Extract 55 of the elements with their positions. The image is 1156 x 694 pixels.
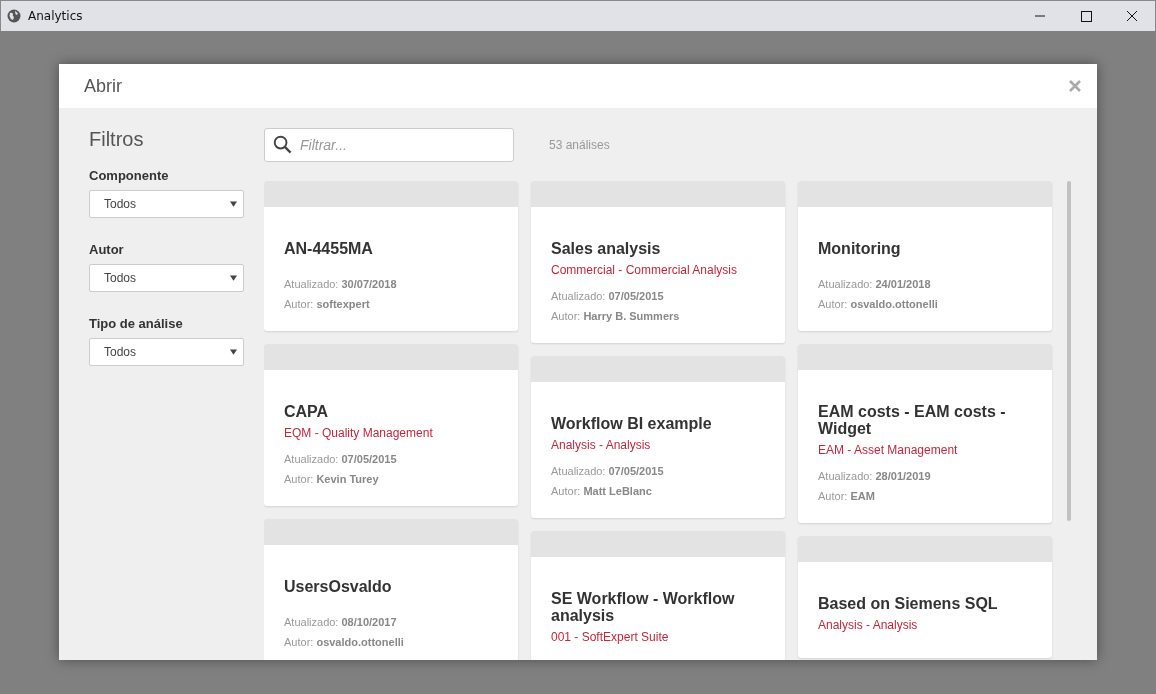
card-title: EAM costs - EAM costs - Widget — [818, 403, 1007, 437]
card-title: CAPA — [284, 403, 329, 420]
card-author: Autor: softexpert — [284, 297, 370, 312]
card-category: Commercial - Commercial Analysis — [551, 263, 738, 277]
analysis-card[interactable]: UsersOsvaldo Atualizado: 08/10/2017 Autor: osvaldo.ottonelli — [264, 519, 518, 660]
updated-date: Atualizado: 28/01/2019 — [818, 469, 931, 484]
filter-label: Tipo de análise — [89, 316, 183, 331]
analysis-card[interactable]: CAPA EQM - Quality Management Atualizado: 07/05/2015 Autor: Kevin Turey — [264, 344, 518, 506]
updated-date: Atualizado: 07/05/2015 — [551, 289, 664, 304]
caret-icon — [230, 349, 237, 355]
updated-date: Atualizado: 08/10/2017 — [284, 615, 397, 630]
analysis-card[interactable]: AN-4455MA Atualizado: 30/07/2018 Autor: softexpert — [264, 181, 518, 331]
updated-date: Atualizado: 24/01/2018 — [818, 277, 931, 292]
analysis-card[interactable]: Workflow BI example Analysis - Analysis Atualizado: 07/05/2015 Autor: Matt LeBlanc — [531, 356, 785, 518]
filter-dropdown[interactable]: Todos — [89, 338, 244, 366]
analysis-card[interactable]: SE Workflow - Workflow analysis 001 - SoftExpert Suite — [531, 531, 785, 660]
filter-label: Autor — [89, 242, 124, 257]
card-title: SE Workflow - Workflow analysis — [551, 590, 736, 624]
filter-dropdown[interactable]: Todos — [89, 264, 244, 292]
card-author: Autor: EAM — [818, 489, 875, 504]
card-author: Autor: Matt LeBlanc — [551, 484, 652, 499]
updated-date: Atualizado: 07/05/2015 — [551, 464, 664, 479]
updated-date: Atualizado: 30/07/2018 — [284, 277, 397, 292]
card-category: Analysis - Analysis — [551, 438, 651, 452]
card-title: Sales analysis — [551, 240, 661, 257]
globe-icon — [7, 9, 21, 23]
card-title: Workflow BI example — [551, 415, 712, 432]
card-author: Autor: osvaldo.ottonelli — [818, 297, 938, 312]
card-title: Based on Siemens SQL — [818, 595, 998, 612]
search-field[interactable]: Filtrar... — [264, 128, 514, 162]
result-count: 53 análises — [549, 138, 610, 152]
analysis-card[interactable]: Based on Siemens SQL Analysis - Analysis — [798, 536, 1052, 658]
updated-date: Atualizado: 07/05/2015 — [284, 452, 397, 467]
dialog-title: Abrir — [84, 75, 122, 97]
filter-dropdown[interactable]: Todos — [89, 190, 244, 218]
card-title: Monitoring — [818, 240, 901, 257]
caret-icon — [230, 275, 237, 281]
filters-heading: Filtros — [89, 128, 144, 151]
caret-icon — [230, 201, 237, 207]
card-category: EAM - Asset Management — [818, 443, 958, 457]
card-author: Autor: osvaldo.ottonelli — [284, 635, 404, 650]
window-title: Analytics — [28, 9, 83, 23]
card-title: UsersOsvaldo — [284, 578, 392, 595]
scrollbar[interactable] — [1067, 181, 1071, 521]
card-category: Analysis - Analysis — [818, 618, 918, 632]
card-category: EQM - Quality Management — [284, 426, 433, 440]
card-title: AN-4455MA — [284, 240, 373, 257]
analysis-card[interactable]: Monitoring Atualizado: 24/01/2018 Autor: osvaldo.ottonelli — [798, 181, 1052, 331]
filter-label: Componente — [89, 168, 169, 183]
card-author: Autor: Harry B. Summers — [551, 309, 680, 324]
card-category: 001 - SoftExpert Suite — [551, 630, 669, 644]
card-author: Autor: Kevin Turey — [284, 472, 379, 487]
close-icon[interactable] — [1068, 79, 1082, 93]
analysis-card[interactable]: Sales analysis Commercial - Commercial Analysis Atualizado: 07/05/2015 Autor: Harry B. Summers — [531, 181, 785, 343]
analysis-card[interactable]: EAM costs - EAM costs - Widget EAM - Asset Management Atualizado: 28/01/2019 Autor: EAM — [798, 344, 1052, 523]
